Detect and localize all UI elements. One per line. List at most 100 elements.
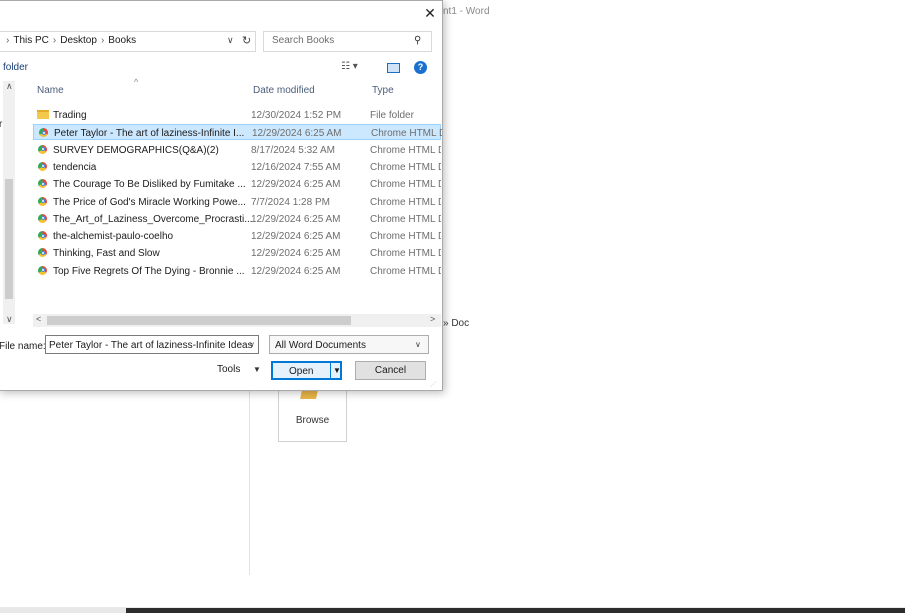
file-name: Trading	[53, 110, 87, 121]
file-name: Top Five Regrets Of The Dying - Bronnie …	[53, 265, 245, 277]
nav-pane-scrollbar[interactable]	[3, 81, 15, 324]
open-dropdown-icon[interactable]: ▼	[333, 366, 341, 375]
breadcrumb-this-pc[interactable]: This PC	[13, 35, 49, 46]
chevron-down-icon: ∨	[415, 340, 421, 349]
browse-button[interactable]: Browse	[278, 386, 347, 442]
folder-icon	[300, 390, 318, 399]
file-name: The_Art_of_Laziness_Overcome_Procrasti..…	[53, 213, 253, 225]
file-name-field[interactable]: Peter Taylor - The art of laziness-Infin…	[45, 335, 259, 354]
file-row[interactable]: The Courage To Be Disliked by Fumitake .…	[33, 176, 441, 192]
file-row[interactable]: The Price of God's Miracle Working Powe.…	[33, 194, 441, 210]
search-input[interactable]: Search Books ⚲	[263, 31, 432, 52]
chrome-html-icon	[38, 196, 47, 206]
file-type: Chrome HTML D	[370, 248, 441, 260]
file-type: Chrome HTML D	[370, 161, 441, 173]
scroll-right-icon[interactable]: >	[430, 314, 435, 324]
file-row[interactable]: Top Five Regrets Of The Dying - Bronnie …	[33, 263, 441, 279]
preview-pane-icon[interactable]	[387, 63, 400, 73]
cancel-button[interactable]: Cancel	[355, 361, 426, 380]
file-type: File folder	[370, 110, 414, 121]
browse-label: Browse	[295, 415, 330, 426]
file-date-modified: 12/29/2024 6:25 AM	[251, 179, 341, 191]
chrome-html-icon	[38, 161, 47, 171]
file-type-select[interactable]: All Word Documents ∨	[269, 335, 429, 354]
caret-down-icon[interactable]: ▼	[253, 365, 261, 374]
word-window-title: nt1 - Word	[443, 6, 490, 17]
chrome-html-icon	[38, 213, 47, 223]
chrome-html-icon	[38, 179, 47, 189]
file-name: the-alchemist-paulo-coelho	[53, 231, 174, 243]
file-type: Chrome HTML D	[370, 231, 441, 243]
column-header-type[interactable]: Type	[372, 85, 394, 96]
address-bar[interactable]: › This PC › Desktop › Books ∨ ↻	[0, 31, 256, 52]
chrome-html-icon	[38, 248, 47, 258]
tools-button[interactable]: Tools	[217, 364, 240, 375]
file-date-modified: 12/29/2024 6:25 AM	[251, 231, 341, 243]
chevron-right-icon: ›	[6, 35, 10, 46]
scroll-down-icon[interactable]: ∨	[6, 314, 13, 325]
chevron-right-icon: ›	[100, 35, 105, 46]
file-date-modified: 12/29/2024 6:25 AM	[251, 265, 341, 277]
new-folder-button[interactable]: folder	[3, 62, 28, 73]
breadcrumb: › This PC › Desktop › Books	[2, 35, 136, 46]
close-icon[interactable]: ✕	[422, 5, 438, 21]
file-type-value: All Word Documents	[275, 340, 366, 351]
file-row[interactable]: Trading 12/30/2024 1:52 PM File folder	[33, 107, 441, 123]
scroll-up-icon[interactable]: ∧	[6, 81, 13, 92]
file-name: The Courage To Be Disliked by Fumitake .…	[53, 179, 246, 191]
breadcrumb-books[interactable]: Books	[108, 35, 136, 46]
chevron-down-icon[interactable]: ∨	[227, 35, 234, 46]
scroll-left-icon[interactable]: <	[36, 314, 41, 324]
file-date-modified: 12/29/2024 6:25 AM	[252, 128, 342, 140]
file-date-modified: 7/7/2024 1:28 PM	[251, 196, 330, 208]
recent-path-fragment: » Doc	[443, 318, 470, 329]
scroll-thumb[interactable]	[5, 179, 13, 299]
breadcrumb-desktop[interactable]: Desktop	[60, 35, 97, 46]
file-name-label: File name:	[0, 341, 46, 352]
column-header-date-modified[interactable]: Date modified	[253, 85, 315, 96]
file-row[interactable]: tendencia 12/16/2024 7:55 AM Chrome HTML D	[33, 159, 441, 175]
folder-icon	[37, 110, 49, 119]
open-file-dialog: ✕ › This PC › Desktop › Books ∨ ↻ Search Book…	[0, 0, 443, 391]
view-options-icon[interactable]: ☷ ▾	[341, 61, 358, 72]
column-header-name[interactable]: Name	[37, 85, 64, 96]
scroll-thumb[interactable]	[47, 316, 351, 325]
chrome-html-icon	[38, 265, 47, 275]
file-name: Peter Taylor - The art of laziness-Infin…	[54, 128, 245, 140]
horizontal-scrollbar[interactable]: < >	[33, 314, 441, 327]
file-date-modified: 8/17/2024 5:32 AM	[251, 144, 335, 156]
file-row[interactable]: The_Art_of_Laziness_Overcome_Procrasti..…	[33, 211, 441, 227]
help-icon[interactable]: ?	[414, 61, 427, 74]
file-row[interactable]: the-alchemist-paulo-coelho 12/29/2024 6:2…	[33, 228, 441, 244]
split-divider	[330, 363, 331, 378]
file-type: Chrome HTML D	[370, 144, 441, 156]
nav-pane-item-fragment[interactable]: r	[0, 119, 2, 130]
file-date-modified: 12/29/2024 6:25 AM	[251, 213, 341, 225]
sort-ascending-icon: ^	[134, 77, 139, 87]
file-type: Chrome HTML D	[370, 265, 441, 277]
search-placeholder: Search Books	[272, 35, 335, 46]
refresh-icon[interactable]: ↻	[242, 34, 251, 47]
taskbar-strip	[126, 608, 905, 613]
chrome-html-icon	[39, 128, 48, 138]
chevron-down-icon[interactable]: ∨	[249, 340, 255, 349]
file-name: Thinking, Fast and Slow	[53, 248, 160, 260]
search-icon: ⚲	[414, 35, 422, 46]
file-name-value: Peter Taylor - The art of laziness-Infin…	[49, 340, 253, 351]
file-name: tendencia	[53, 161, 97, 173]
file-row[interactable]: SURVEY DEMOGRAPHICS(Q&A)(2) 8/17/2024 5:3…	[33, 142, 441, 158]
file-type: Chrome HTML D	[371, 128, 442, 140]
file-name: The Price of God's Miracle Working Powe.…	[53, 196, 246, 208]
file-row[interactable]: Thinking, Fast and Slow 12/29/2024 6:25 A…	[33, 245, 441, 261]
file-name: SURVEY DEMOGRAPHICS(Q&A)(2)	[53, 144, 219, 156]
file-date-modified: 12/30/2024 1:52 PM	[251, 110, 342, 121]
resize-grip-icon[interactable]: ⋰	[430, 381, 436, 388]
file-type: Chrome HTML D	[370, 213, 441, 225]
file-type: Chrome HTML D	[370, 179, 441, 191]
file-type: Chrome HTML D	[370, 196, 441, 208]
open-button[interactable]: Open ▼	[271, 361, 342, 380]
file-row[interactable]: Peter Taylor - The art of laziness-Infin…	[33, 124, 442, 141]
file-date-modified: 12/29/2024 6:25 AM	[251, 248, 341, 260]
chevron-right-icon: ›	[52, 35, 57, 46]
backstage-divider	[249, 390, 250, 575]
